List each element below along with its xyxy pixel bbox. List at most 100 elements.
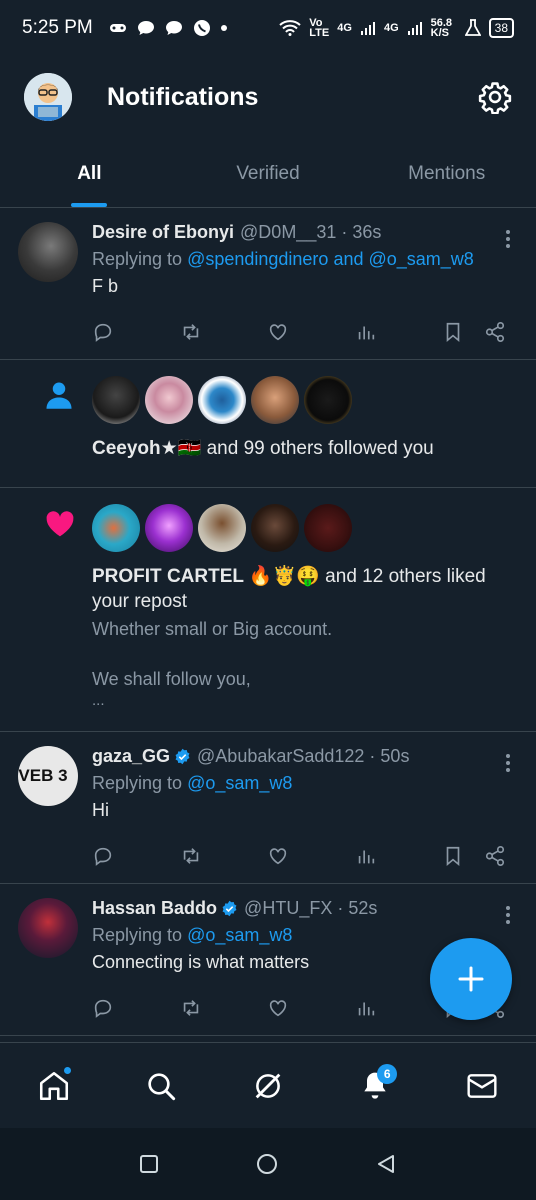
author-name[interactable]: Hassan Baddo [92, 898, 217, 919]
more-options-icon[interactable] [506, 906, 510, 924]
chat-bubble-icon [137, 21, 154, 35]
retweet-icon[interactable] [180, 845, 202, 867]
avatar[interactable] [198, 376, 246, 424]
recents-icon[interactable] [139, 1154, 159, 1174]
views-icon[interactable] [355, 997, 377, 1019]
replying-to: Replying to @o_sam_w8 [92, 773, 293, 793]
back-icon[interactable] [375, 1153, 397, 1175]
more-notifications-dot [220, 25, 227, 31]
like-message: PROFIT CARTEL 🔥🤴🤑 and 12 others liked yo… [92, 566, 486, 612]
wifi-icon [279, 20, 301, 36]
signal-icon [360, 22, 375, 35]
avatar[interactable] [251, 504, 299, 552]
new-posts-dot [62, 1065, 72, 1075]
avatar[interactable] [18, 898, 78, 958]
retweet-icon[interactable] [180, 321, 202, 343]
status-notification-icons [109, 19, 227, 37]
signal-icon-2 [407, 22, 422, 35]
avatar[interactable] [145, 376, 193, 424]
avatar[interactable] [18, 222, 78, 282]
heart-icon [46, 511, 74, 537]
page-title: Notifications [107, 82, 259, 111]
nav-home[interactable] [30, 1062, 78, 1110]
reply-icon[interactable] [92, 997, 114, 1019]
avatar[interactable] [92, 504, 140, 552]
avatar[interactable] [304, 376, 352, 424]
views-icon[interactable] [355, 845, 377, 867]
nav-notifications[interactable]: 6 [351, 1062, 399, 1110]
mention-link[interactable]: @spendingdinero [187, 249, 328, 269]
follower-avatars [92, 376, 520, 424]
like-icon[interactable] [267, 321, 289, 343]
share-icon[interactable] [484, 321, 506, 343]
plus-icon [458, 966, 484, 992]
avatar[interactable] [304, 504, 352, 552]
reply-icon[interactable] [92, 321, 114, 343]
nav-grok[interactable] [244, 1062, 292, 1110]
person-icon [46, 382, 72, 409]
status-time: 5:25 PM [22, 17, 93, 38]
bookmark-icon[interactable] [442, 845, 464, 867]
more-options-icon[interactable] [506, 230, 510, 248]
notification-tabs: All Verified Mentions [0, 140, 536, 208]
compose-button[interactable] [430, 938, 512, 1020]
volte-label: Vo LTE [309, 17, 330, 39]
mention-link[interactable]: @o_sam_w8 [187, 773, 292, 793]
tweet-text: F b [92, 276, 119, 296]
mail-icon [467, 1073, 497, 1098]
avatar[interactable] [198, 504, 246, 552]
reply-icon[interactable] [92, 845, 114, 867]
avatar-text: VEB 3 [18, 766, 68, 785]
status-system-icons: Vo LTE 4G 4G 56.8 K/S 38 [279, 17, 514, 39]
grok-icon [255, 1073, 281, 1098]
notifications-feed[interactable]: Desire of Ebonyi @D0M__31 · 36s Replying … [0, 208, 536, 1040]
follow-message: Ceeyoh★🇰🇪 and 99 others followed you [92, 438, 434, 459]
tab-verified[interactable]: Verified [179, 140, 358, 207]
message-icon [165, 21, 182, 35]
whatsapp-icon [193, 20, 210, 36]
notification-count-badge: 6 [377, 1063, 398, 1084]
like-icon[interactable] [267, 997, 289, 1019]
like-notification[interactable]: PROFIT CARTEL 🔥🤴🤑 and 12 others liked yo… [0, 488, 536, 732]
author-handle-time: @AbubakarSadd122 · 50s [197, 746, 410, 766]
author-name[interactable]: Desire of Ebonyi [92, 222, 234, 243]
tweet-text: Hi [92, 800, 109, 820]
avatar[interactable]: VEB 3 [18, 746, 78, 806]
follow-notification[interactable]: Ceeyoh★🇰🇪 and 99 others followed you [0, 360, 536, 488]
mention-link[interactable]: @o_sam_w8 [187, 925, 292, 945]
actor-name[interactable]: PROFIT CARTEL 🔥🤴🤑 [92, 566, 320, 587]
share-icon[interactable] [484, 845, 506, 867]
game-controller-icon [109, 24, 126, 32]
more-options-icon[interactable] [506, 754, 510, 772]
bookmark-icon[interactable] [442, 321, 464, 343]
home-circle-icon[interactable] [256, 1153, 278, 1175]
tab-mentions[interactable]: Mentions [357, 140, 536, 207]
search-icon [148, 1072, 175, 1100]
verified-badge-icon [175, 748, 190, 765]
nav-messages[interactable] [458, 1062, 506, 1110]
views-icon[interactable] [355, 321, 377, 343]
actor-name[interactable]: Ceeyoh★🇰🇪 [92, 438, 201, 459]
flask-icon [464, 19, 481, 36]
nav-search[interactable] [137, 1062, 185, 1110]
tweet-actions [92, 318, 506, 346]
like-icon[interactable] [267, 845, 289, 867]
tab-all[interactable]: All [0, 140, 179, 207]
avatar[interactable] [145, 504, 193, 552]
author-handle-time: @HTU_FX · 52s [244, 898, 378, 918]
tweet-actions [92, 842, 506, 870]
reply-notification-desire[interactable]: Desire of Ebonyi @D0M__31 · 36s Replying … [0, 208, 536, 360]
status-bar: 5:25 PM Vo LTE 4G 4G 56.8 K/S 38 [0, 0, 536, 56]
mention-link[interactable]: @o_sam_w8 [368, 249, 473, 269]
avatar[interactable] [251, 376, 299, 424]
replying-to: Replying to @spendingdinero and @o_sam_w… [92, 249, 474, 269]
author-name[interactable]: gaza_GG [92, 746, 170, 767]
liked-post-preview[interactable]: Whether small or Big account. We shall f… [92, 617, 520, 710]
profile-avatar[interactable] [24, 73, 72, 121]
avatar[interactable] [92, 376, 140, 424]
reply-notification-gaza[interactable]: VEB 3 gaza_GG @AbubakarSadd122 · 50s Rep… [0, 732, 536, 884]
retweet-icon[interactable] [180, 997, 202, 1019]
top-app-bar: Notifications [0, 56, 536, 138]
settings-gear-icon[interactable] [478, 80, 512, 114]
network-speed: 56.8 K/S [430, 17, 453, 39]
